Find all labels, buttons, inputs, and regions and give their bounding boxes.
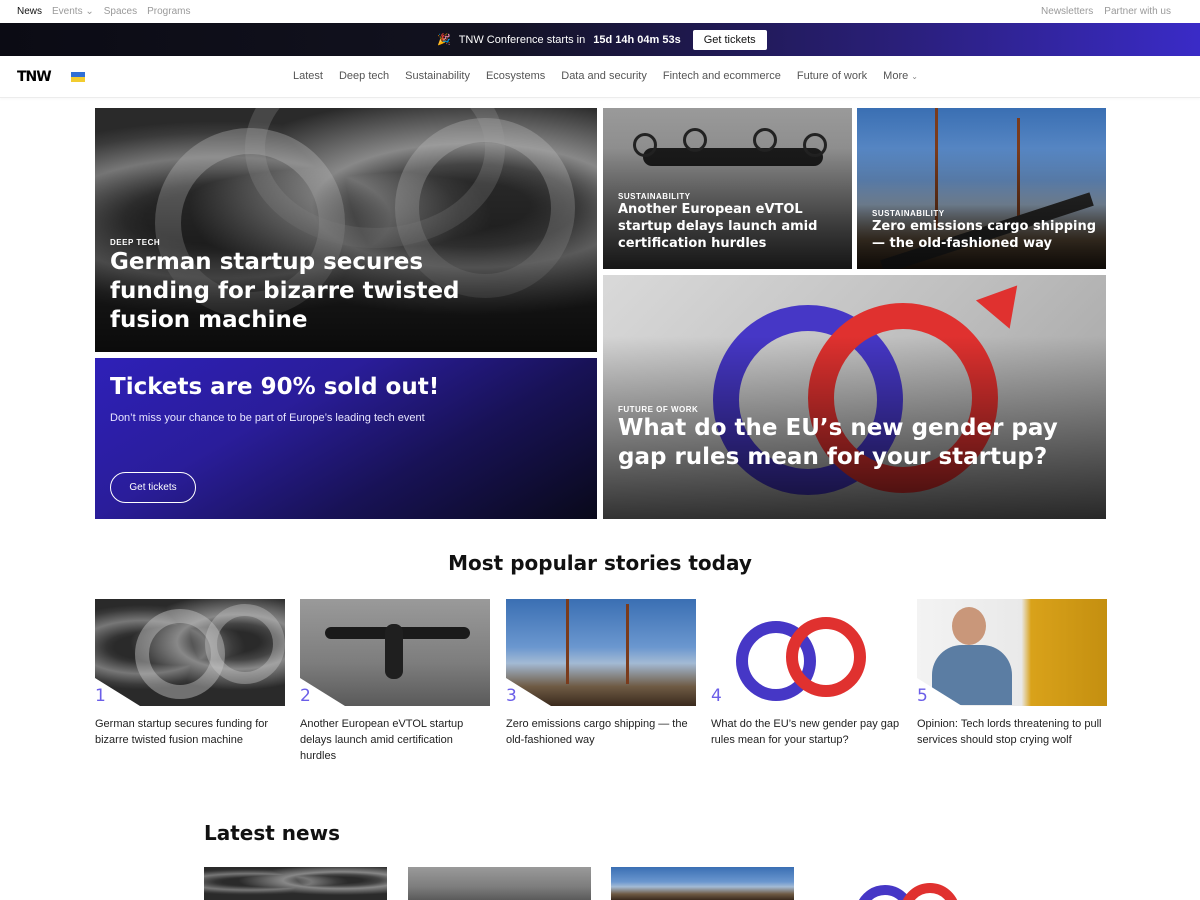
latest-thumb-2[interactable] — [408, 867, 591, 900]
nav-more[interactable]: More ⌄ — [883, 70, 918, 82]
conference-banner: 🎉 TNW Conference starts in 15d 14h 04m 5… — [0, 23, 1200, 56]
tnw-logo[interactable]: TNW — [17, 69, 52, 85]
popular-item-3[interactable]: 3 Zero emissions cargo shipping — the ol… — [506, 599, 696, 746]
chevron-down-icon: ⌄ — [911, 72, 918, 81]
utility-bar: News Events ⌄ Spaces Programs Newsletter… — [0, 0, 1200, 23]
util-link-spaces[interactable]: Spaces — [104, 6, 137, 17]
get-tickets-button[interactable]: Get tickets — [692, 29, 767, 50]
main-header: TNW Latest Deep tech Sustainability Ecos… — [0, 56, 1200, 98]
popular-heading: Most popular stories today — [448, 551, 752, 575]
popular-thumb-4[interactable] — [711, 599, 901, 706]
tickets-promo-card: Tickets are 90% sold out! Don’t miss you… — [95, 358, 597, 519]
popular-item-2[interactable]: 2 Another European eVTOL startup delays … — [300, 599, 490, 762]
popular-item-1[interactable]: 1 German startup secures funding for biz… — [95, 599, 285, 746]
latest-thumb-1[interactable] — [204, 867, 387, 900]
popular-rank-2: 2 — [300, 686, 311, 706]
popular-thumb-3[interactable] — [506, 599, 696, 706]
hero-card-ship[interactable]: SUSTAINABILITY Zero emissions cargo ship… — [857, 108, 1106, 269]
tickets-title: Tickets are 90% sold out! — [110, 374, 440, 400]
promo-get-tickets-button[interactable]: Get tickets — [110, 472, 196, 503]
popular-title-3[interactable]: Zero emissions cargo shipping — the old-… — [506, 716, 696, 748]
hero-main-category: DEEP TECH — [110, 238, 161, 247]
nav-fintech[interactable]: Fintech and ecommerce — [663, 70, 781, 82]
util-link-partner[interactable]: Partner with us — [1104, 6, 1171, 17]
hero-gender-category: FUTURE OF WORK — [618, 405, 699, 414]
popular-rank-5: 5 — [917, 686, 928, 706]
hero-main-title[interactable]: German startup secures funding for bizar… — [110, 248, 530, 335]
conference-text: TNW Conference starts in — [458, 33, 586, 46]
latest-thumb-4[interactable] — [815, 867, 998, 900]
hero-gender-title[interactable]: What do the EU’s new gender pay gap rule… — [618, 414, 1068, 472]
popular-rank-3: 3 — [506, 686, 517, 706]
hero-ship-title[interactable]: Zero emissions cargo shipping — the old-… — [872, 218, 1097, 252]
latest-thumb-3[interactable] — [611, 867, 794, 900]
popular-title-4[interactable]: What do the EU’s new gender pay gap rule… — [711, 716, 901, 748]
party-icon: 🎉 — [437, 34, 451, 46]
utility-nav-left: News Events ⌄ Spaces Programs — [17, 6, 190, 17]
hero-evtol-category: SUSTAINABILITY — [618, 192, 691, 201]
nav-latest[interactable]: Latest — [293, 70, 323, 82]
nav-future-of-work[interactable]: Future of work — [797, 70, 867, 82]
popular-thumb-1[interactable] — [95, 599, 285, 706]
util-link-programs[interactable]: Programs — [147, 6, 190, 17]
popular-rank-1: 1 — [95, 686, 106, 706]
popular-title-1[interactable]: German startup secures funding for bizar… — [95, 716, 285, 748]
hero-evtol-title[interactable]: Another European eVTOL startup delays la… — [618, 201, 843, 252]
popular-item-5[interactable]: 5 Opinion: Tech lords threatening to pul… — [917, 599, 1107, 746]
hero-card-evtol[interactable]: SUSTAINABILITY Another European eVTOL st… — [603, 108, 852, 269]
popular-thumb-2[interactable] — [300, 599, 490, 706]
hero-card-gender[interactable]: FUTURE OF WORK What do the EU’s new gend… — [603, 275, 1106, 519]
tickets-subtitle: Don’t miss your chance to be part of Eur… — [110, 412, 425, 424]
util-link-events[interactable]: Events ⌄ — [52, 6, 94, 17]
category-nav: Latest Deep tech Sustainability Ecosyste… — [293, 70, 918, 82]
nav-sustainability[interactable]: Sustainability — [405, 70, 470, 82]
nav-data-security[interactable]: Data and security — [561, 70, 647, 82]
util-link-newsletters[interactable]: Newsletters — [1041, 6, 1093, 17]
popular-item-4[interactable]: 4 What do the EU’s new gender pay gap ru… — [711, 599, 901, 746]
hero-card-main[interactable]: DEEP TECH German startup secures funding… — [95, 108, 597, 352]
nav-more-label: More — [883, 70, 909, 82]
popular-title-2[interactable]: Another European eVTOL startup delays la… — [300, 716, 490, 764]
popular-thumb-5[interactable] — [917, 599, 1107, 706]
hero-ship-category: SUSTAINABILITY — [872, 209, 945, 218]
conference-countdown: 15d 14h 04m 53s — [593, 33, 681, 46]
popular-title-5[interactable]: Opinion: Tech lords threatening to pull … — [917, 716, 1107, 748]
nav-deep-tech[interactable]: Deep tech — [339, 70, 389, 82]
ukraine-flag-icon — [71, 72, 85, 82]
utility-nav-right: Newsletters Partner with us — [1041, 6, 1171, 17]
popular-rank-4: 4 — [711, 686, 722, 706]
nav-ecosystems[interactable]: Ecosystems — [486, 70, 545, 82]
util-link-news[interactable]: News — [17, 6, 42, 17]
latest-heading: Latest news — [204, 821, 340, 845]
